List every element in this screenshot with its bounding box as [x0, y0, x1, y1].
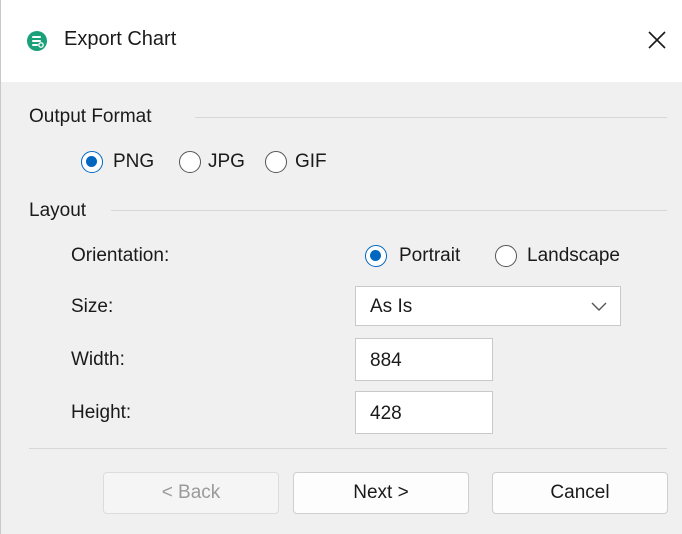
- orientation-label: Orientation:: [71, 245, 170, 266]
- next-button[interactable]: Next >: [293, 472, 469, 514]
- radio-gif-label[interactable]: GIF: [295, 151, 327, 173]
- radio-gif[interactable]: [265, 151, 287, 173]
- radio-jpg[interactable]: [179, 151, 201, 173]
- close-icon: [648, 31, 666, 49]
- radio-portrait[interactable]: [365, 245, 387, 267]
- width-label: Width:: [71, 349, 125, 370]
- button-divider: [29, 448, 667, 449]
- layout-divider: [111, 210, 667, 211]
- output-format-label: Output Format: [29, 106, 152, 127]
- output-format-divider: [195, 117, 667, 118]
- export-chart-dialog: Export Chart Output Format PNG JPG GIF L…: [0, 0, 682, 534]
- cancel-button[interactable]: Cancel: [492, 472, 668, 514]
- size-select-value: As Is: [370, 296, 413, 317]
- back-button[interactable]: < Back: [103, 472, 279, 514]
- chart-app-icon: [27, 31, 47, 51]
- close-button[interactable]: [637, 22, 677, 58]
- radio-jpg-label[interactable]: JPG: [208, 151, 245, 173]
- height-label: Height:: [71, 402, 132, 423]
- height-field[interactable]: 428: [355, 391, 493, 434]
- radio-landscape[interactable]: [495, 245, 517, 267]
- size-label: Size:: [71, 296, 114, 317]
- dialog-title: Export Chart: [64, 28, 177, 50]
- height-field-value: 428: [370, 403, 402, 424]
- width-field-value: 884: [370, 350, 402, 371]
- layout-label: Layout: [29, 200, 87, 221]
- radio-png-label[interactable]: PNG: [113, 151, 154, 173]
- size-select[interactable]: As Is: [355, 286, 621, 326]
- radio-landscape-label[interactable]: Landscape: [527, 245, 620, 267]
- width-field[interactable]: 884: [355, 338, 493, 381]
- chevron-down-icon: [591, 302, 607, 311]
- radio-portrait-label[interactable]: Portrait: [399, 245, 460, 267]
- radio-png[interactable]: [81, 151, 103, 173]
- title-bar: Export Chart: [1, 0, 682, 82]
